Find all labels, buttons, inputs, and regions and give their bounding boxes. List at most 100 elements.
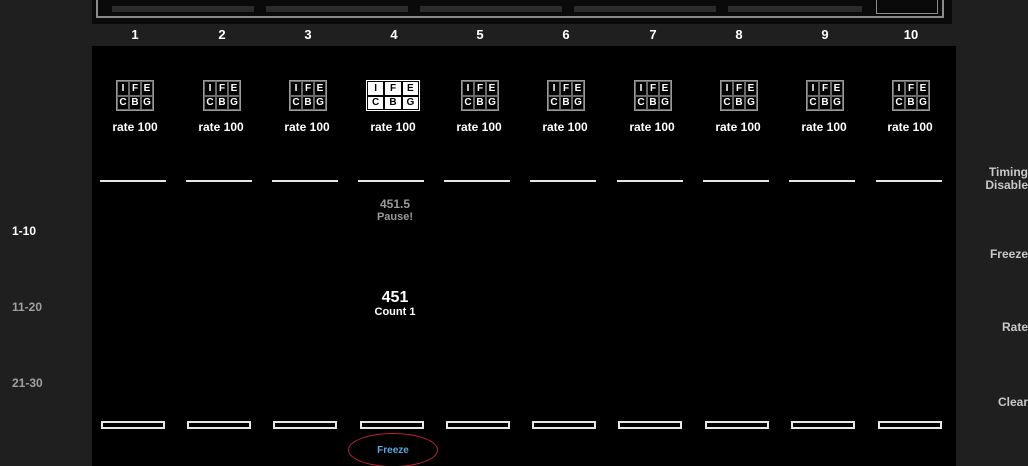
cue-count-label: Count 1 <box>374 306 416 318</box>
top-segment <box>728 6 862 12</box>
playback-mode-grid-active[interactable]: I F E C B G <box>366 80 420 111</box>
pause-status: Pause! <box>376 211 414 223</box>
rate-label: rate 100 <box>284 120 330 134</box>
level-line <box>186 180 252 182</box>
mode-cell: C <box>635 95 647 110</box>
mode-cell: F <box>129 81 141 96</box>
mode-cell: F <box>384 81 402 96</box>
playback-mode-grid[interactable]: I F E C B G <box>461 80 499 111</box>
playback-mode-grid[interactable]: I F E C B G <box>634 80 672 111</box>
mode-cell: E <box>745 81 757 96</box>
mode-cell: E <box>141 81 153 96</box>
rate-label: rate 100 <box>112 120 158 134</box>
mode-cell: G <box>831 95 843 110</box>
mode-cell: B <box>560 95 572 110</box>
mode-cell: E <box>401 81 419 96</box>
mode-cell: C <box>893 95 905 110</box>
mode-cell: F <box>560 81 572 96</box>
mode-cell: G <box>917 95 929 110</box>
mode-cell: I <box>290 81 302 96</box>
playback-button-slot[interactable] <box>446 421 510 429</box>
range-1-10[interactable]: 1-10 <box>12 224 36 238</box>
mode-cell: E <box>659 81 671 96</box>
current-cue-number: 451 <box>381 289 409 306</box>
mode-cell: F <box>216 81 228 96</box>
level-line <box>876 180 942 182</box>
range-21-30[interactable]: 21-30 <box>12 376 43 390</box>
column-number: 10 <box>903 27 919 42</box>
mode-cell: I <box>635 81 647 96</box>
mode-cell: C <box>548 95 560 110</box>
rate-label: rate 100 <box>801 120 847 134</box>
rate-label: rate 100 <box>542 120 588 134</box>
rate-label: rate 100 <box>629 120 675 134</box>
playback-button-slot[interactable] <box>878 421 942 429</box>
playback-button-slot[interactable] <box>791 421 855 429</box>
freeze-side-button[interactable]: Freeze <box>990 248 1028 261</box>
mode-cell: C <box>204 95 216 110</box>
mode-cell: F <box>647 81 659 96</box>
mode-cell: E <box>572 81 584 96</box>
mode-cell: B <box>384 95 402 110</box>
level-line <box>272 180 338 182</box>
pause-cue-number: 451.5 <box>379 197 411 211</box>
column-number: 8 <box>735 27 743 42</box>
mode-cell: E <box>917 81 929 96</box>
mode-cell: C <box>367 95 385 110</box>
mode-cell: G <box>141 95 153 110</box>
column-number: 4 <box>390 27 398 42</box>
mode-cell: G <box>659 95 671 110</box>
playback-button-slot[interactable] <box>532 421 596 429</box>
mode-cell: I <box>893 81 905 96</box>
rate-button[interactable]: Rate <box>1002 321 1028 334</box>
playback-mode-grid[interactable]: I F E C B G <box>289 80 327 111</box>
top-segment <box>112 6 254 12</box>
level-line <box>530 180 596 182</box>
playback-mode-grid[interactable]: I F E C B G <box>116 80 154 111</box>
mode-cell: G <box>486 95 498 110</box>
playback-screen: 1 2 3 4 5 6 7 8 9 10 I F E C B G I F E C… <box>0 0 1028 466</box>
level-line <box>358 180 424 182</box>
column-number: 7 <box>649 27 657 42</box>
mode-cell: C <box>117 95 129 110</box>
column-number: 3 <box>304 27 312 42</box>
top-mini-frame <box>876 0 938 14</box>
level-line <box>789 180 855 182</box>
mode-cell: F <box>819 81 831 96</box>
rate-label: rate 100 <box>887 120 933 134</box>
timing-disable-button[interactable]: Timing Disable <box>985 166 1028 192</box>
mode-cell: E <box>486 81 498 96</box>
playback-mode-grid[interactable]: I F E C B G <box>892 80 930 111</box>
disable-label: Disable <box>985 178 1028 192</box>
mode-cell: I <box>462 81 474 96</box>
playback-mode-grid[interactable]: I F E C B G <box>806 80 844 111</box>
playback-mode-grid[interactable]: I F E C B G <box>203 80 241 111</box>
mode-cell: B <box>819 95 831 110</box>
freeze-button-label: Freeze <box>377 444 409 456</box>
mode-cell: E <box>314 81 326 96</box>
top-segment <box>420 6 562 12</box>
playback-button-slot[interactable] <box>273 421 337 429</box>
mode-cell: B <box>905 95 917 110</box>
playback-button-slot[interactable] <box>618 421 682 429</box>
mode-cell: G <box>745 95 757 110</box>
rate-label: rate 100 <box>198 120 244 134</box>
playback-mode-grid[interactable]: I F E C B G <box>547 80 585 111</box>
clear-button[interactable]: Clear <box>998 396 1028 409</box>
mode-cell: B <box>129 95 141 110</box>
mode-cell: I <box>548 81 560 96</box>
mode-cell: I <box>117 81 129 96</box>
playback-button-slot[interactable] <box>705 421 769 429</box>
mode-cell: F <box>302 81 314 96</box>
mode-cell: E <box>831 81 843 96</box>
mode-cell: E <box>228 81 240 96</box>
range-11-20[interactable]: 11-20 <box>12 300 42 314</box>
playback-button-slot[interactable] <box>187 421 251 429</box>
playback-mode-grid[interactable]: I F E C B G <box>720 80 758 111</box>
freeze-button[interactable]: Freeze <box>348 433 438 466</box>
rate-label: rate 100 <box>715 120 761 134</box>
playback-button-slot[interactable] <box>360 421 424 429</box>
playback-button-slot[interactable] <box>101 421 165 429</box>
mode-cell: G <box>401 95 419 110</box>
mode-cell: I <box>721 81 733 96</box>
